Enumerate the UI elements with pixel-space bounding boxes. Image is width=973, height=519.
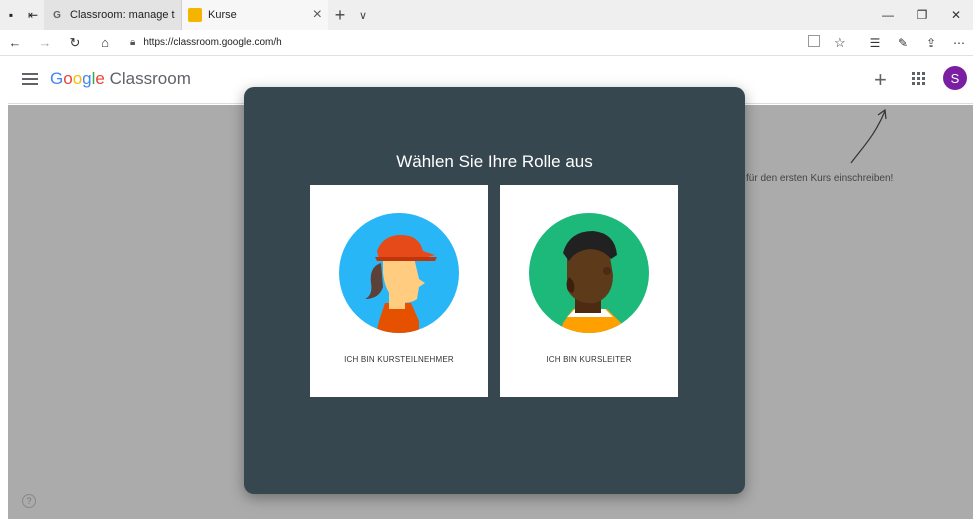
new-tab-icon[interactable]: + bbox=[328, 5, 352, 26]
google-favicon-icon: G bbox=[53, 9, 61, 21]
lock-icon: 🔒︎ bbox=[130, 37, 136, 48]
set-tabs-aside-icon[interactable]: ⇤ bbox=[22, 0, 44, 30]
refresh-icon[interactable]: ↻ bbox=[60, 35, 90, 51]
url-field[interactable]: 🔒︎ https://classroom.google.com/h bbox=[130, 33, 860, 53]
avatar[interactable]: S bbox=[943, 66, 967, 90]
apps-grid-icon[interactable] bbox=[912, 72, 926, 86]
tab-title: Classroom: manage teachin bbox=[70, 9, 175, 21]
close-window-icon[interactable]: ✕ bbox=[939, 0, 973, 30]
reading-view-icon[interactable] bbox=[808, 35, 820, 47]
hint-arrow-icon bbox=[850, 108, 887, 164]
back-icon[interactable]: ← bbox=[0, 35, 30, 50]
forward-icon[interactable]: → bbox=[30, 35, 60, 50]
tab-classroom-help[interactable]: G Classroom: manage teachin bbox=[44, 0, 182, 30]
role-dialog: Wählen Sie Ihre Rolle aus ICH BIN KURSTE… bbox=[244, 87, 745, 494]
more-icon[interactable]: ⋯ bbox=[945, 36, 973, 50]
tab-title: Kurse bbox=[208, 9, 237, 21]
url-text: https://classroom.google.com/h bbox=[143, 37, 282, 48]
favorites-list-icon[interactable]: ☰ bbox=[861, 36, 889, 50]
teacher-role-card[interactable]: ICH BIN KURSLEITER bbox=[500, 185, 678, 397]
student-illustration-icon bbox=[339, 213, 459, 333]
favorite-star-icon[interactable]: ☆ bbox=[834, 35, 846, 51]
app-logo[interactable]: Google Classroom bbox=[50, 69, 191, 89]
google-wordmark: Google bbox=[50, 69, 105, 88]
classroom-favicon-icon bbox=[188, 8, 202, 22]
dialog-title: Wählen Sie Ihre Rolle aus bbox=[396, 152, 593, 171]
product-name: Classroom bbox=[109, 69, 191, 88]
teacher-role-label: ICH BIN KURSLEITER bbox=[546, 355, 632, 364]
student-role-card[interactable]: ICH BIN KURSTEILNEHMER bbox=[310, 185, 488, 397]
tab-actions-icon[interactable]: ▪ bbox=[0, 0, 22, 30]
hint-text: für den ersten Kurs einschreiben! bbox=[746, 173, 894, 184]
help-icon[interactable]: ? bbox=[22, 494, 36, 508]
student-role-label: ICH BIN KURSTEILNEHMER bbox=[344, 355, 454, 364]
teacher-illustration-icon bbox=[529, 213, 649, 333]
hamburger-menu-icon[interactable] bbox=[22, 73, 38, 85]
restore-icon[interactable]: ❐ bbox=[905, 0, 939, 30]
share-icon[interactable]: ⇪ bbox=[917, 36, 945, 50]
browser-tab-bar: ▪ ⇤ G Classroom: manage teachin Kurse × … bbox=[0, 0, 973, 30]
minimize-icon[interactable]: — bbox=[871, 0, 905, 30]
close-tab-icon[interactable]: × bbox=[313, 6, 322, 24]
pen-icon[interactable]: ✎ bbox=[889, 36, 917, 50]
tab-kurse[interactable]: Kurse × bbox=[182, 0, 328, 30]
chevron-down-icon[interactable]: ∨ bbox=[352, 9, 374, 22]
address-bar: ← → ↻ ⌂ 🔒︎ https://classroom.google.com/… bbox=[0, 30, 973, 56]
add-icon[interactable]: + bbox=[874, 67, 887, 93]
home-icon[interactable]: ⌂ bbox=[90, 35, 120, 50]
